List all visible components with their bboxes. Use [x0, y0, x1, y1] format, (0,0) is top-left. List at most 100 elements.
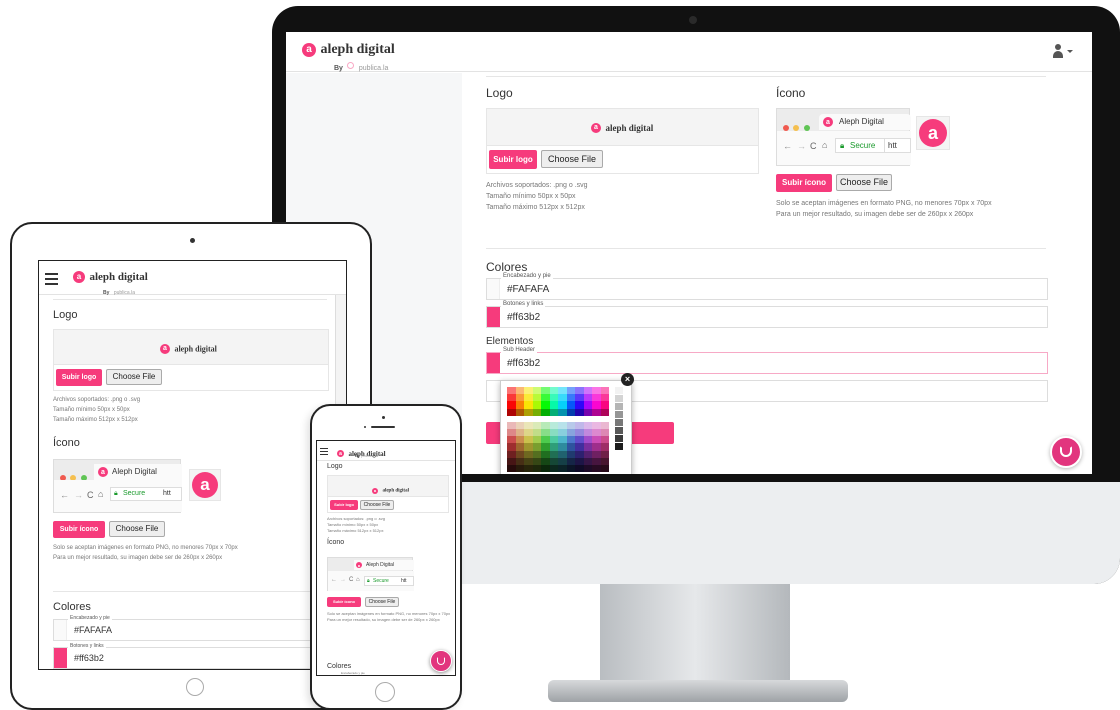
color-cell[interactable] — [524, 436, 533, 444]
color-cell[interactable] — [558, 436, 567, 444]
color-cell[interactable] — [541, 443, 550, 451]
upload-logo-button[interactable]: Subir logo — [56, 369, 102, 386]
color-cell[interactable] — [566, 394, 575, 402]
gray-cell[interactable] — [615, 395, 623, 402]
color-cell[interactable] — [532, 429, 541, 437]
gray-cell[interactable] — [615, 427, 623, 434]
color-cell[interactable] — [515, 465, 524, 473]
color-cell[interactable] — [575, 387, 584, 395]
color-cell[interactable] — [575, 443, 584, 451]
color-cell[interactable] — [532, 450, 541, 458]
chat-button[interactable] — [430, 650, 452, 672]
gray-cell[interactable] — [615, 387, 623, 394]
choose-file-button[interactable]: Choose File — [109, 521, 165, 537]
gray-cell[interactable] — [615, 403, 623, 410]
choose-file-button[interactable]: Choose File — [365, 597, 399, 607]
color-cell[interactable] — [575, 450, 584, 458]
color-cell[interactable] — [532, 457, 541, 465]
color-cell[interactable] — [592, 465, 601, 473]
gray-cell[interactable] — [615, 411, 623, 418]
color-cell[interactable] — [566, 436, 575, 444]
choose-file-button[interactable]: Choose File — [541, 150, 603, 168]
color-field-buttons-links[interactable]: Botones y links #ff63b2 — [486, 301, 1048, 328]
color-cell[interactable] — [532, 408, 541, 416]
upload-icon-button[interactable]: Subir ícono — [53, 521, 105, 538]
color-cell[interactable] — [558, 465, 567, 473]
color-cell[interactable] — [592, 436, 601, 444]
color-cell[interactable] — [524, 450, 533, 458]
color-cell[interactable] — [549, 387, 558, 395]
color-cell[interactable] — [549, 394, 558, 402]
color-cell[interactable] — [507, 436, 516, 444]
color-cell[interactable] — [592, 421, 601, 429]
menu-icon[interactable] — [45, 273, 58, 288]
color-cell[interactable] — [541, 429, 550, 437]
color-cell[interactable] — [549, 421, 558, 429]
color-cell[interactable] — [507, 401, 516, 409]
color-cell[interactable] — [566, 443, 575, 451]
brand-logo[interactable]: a aleph digital By publica.la — [73, 268, 148, 296]
color-cell[interactable] — [583, 429, 592, 437]
color-cell[interactable] — [600, 443, 609, 451]
color-cell[interactable] — [558, 429, 567, 437]
color-cell[interactable] — [558, 450, 567, 458]
color-cell[interactable] — [575, 421, 584, 429]
color-cell[interactable] — [558, 394, 567, 402]
color-cell[interactable] — [524, 408, 533, 416]
close-icon[interactable]: × — [621, 373, 634, 386]
color-cell[interactable] — [549, 401, 558, 409]
color-cell[interactable] — [583, 387, 592, 395]
color-cell[interactable] — [541, 387, 550, 395]
color-cell[interactable] — [583, 457, 592, 465]
color-cell[interactable] — [532, 421, 541, 429]
color-cell[interactable] — [592, 429, 601, 437]
color-cell[interactable] — [515, 401, 524, 409]
color-cell[interactable] — [592, 443, 601, 451]
color-cell[interactable] — [524, 421, 533, 429]
color-cell[interactable] — [566, 421, 575, 429]
color-cell[interactable] — [583, 421, 592, 429]
color-cell[interactable] — [507, 457, 516, 465]
color-cell[interactable] — [575, 465, 584, 473]
user-menu[interactable] — [1053, 44, 1075, 60]
color-cell[interactable] — [575, 408, 584, 416]
color-cell[interactable] — [532, 443, 541, 451]
color-cell[interactable] — [541, 421, 550, 429]
color-cell[interactable] — [566, 429, 575, 437]
chat-button[interactable] — [1050, 436, 1082, 468]
color-cell[interactable] — [507, 443, 516, 451]
color-cell[interactable] — [507, 429, 516, 437]
color-cell[interactable] — [515, 457, 524, 465]
color-cell[interactable] — [558, 401, 567, 409]
color-cell[interactable] — [532, 401, 541, 409]
color-cell[interactable] — [600, 401, 609, 409]
color-cell[interactable] — [549, 465, 558, 473]
color-cell[interactable] — [566, 401, 575, 409]
color-cell[interactable] — [507, 408, 516, 416]
color-cell[interactable] — [575, 429, 584, 437]
choose-file-button[interactable]: Choose File — [106, 369, 162, 385]
upload-logo-button[interactable]: Subir logo — [489, 150, 537, 169]
color-cell[interactable] — [524, 401, 533, 409]
color-cell[interactable] — [558, 457, 567, 465]
color-cell[interactable] — [600, 408, 609, 416]
upload-icon-button[interactable]: Subir ícono — [327, 597, 361, 607]
color-cell[interactable] — [515, 443, 524, 451]
color-cell[interactable] — [600, 436, 609, 444]
color-cell[interactable] — [575, 401, 584, 409]
color-cell[interactable] — [532, 387, 541, 395]
color-cell[interactable] — [524, 429, 533, 437]
color-cell[interactable] — [575, 436, 584, 444]
color-cell[interactable] — [524, 394, 533, 402]
color-cell[interactable] — [515, 408, 524, 416]
color-cell[interactable] — [592, 408, 601, 416]
color-cell[interactable] — [583, 443, 592, 451]
color-cell[interactable] — [575, 394, 584, 402]
color-cell[interactable] — [558, 408, 567, 416]
color-cell[interactable] — [600, 457, 609, 465]
color-cell[interactable] — [583, 436, 592, 444]
choose-file-button[interactable]: Choose File — [836, 174, 892, 191]
color-cell[interactable] — [592, 457, 601, 465]
color-cell[interactable] — [549, 450, 558, 458]
color-cell[interactable] — [558, 421, 567, 429]
